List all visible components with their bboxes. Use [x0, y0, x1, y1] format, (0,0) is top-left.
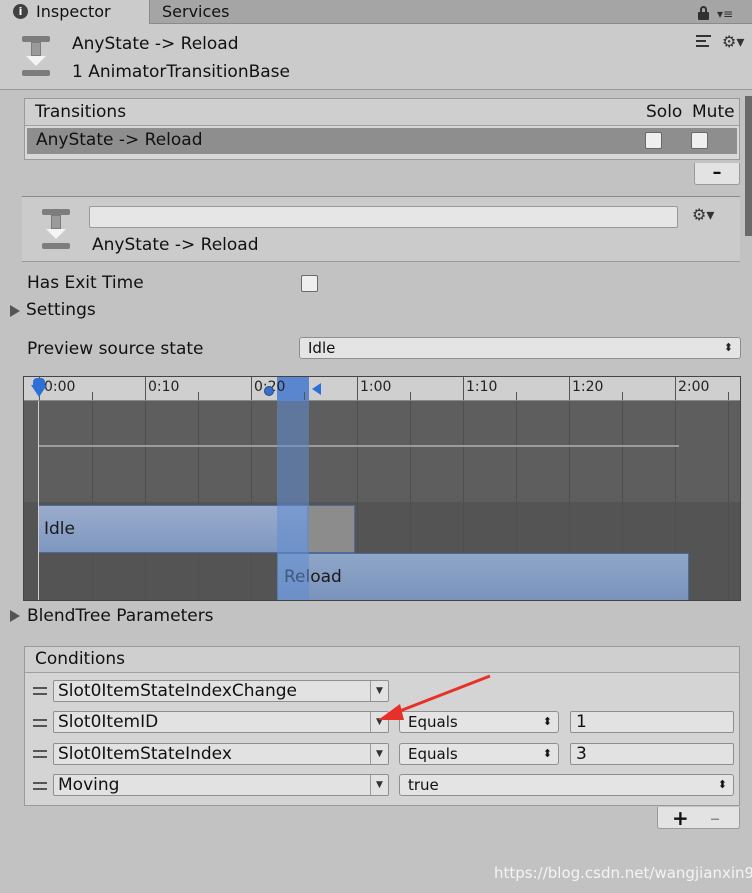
drag-handle-icon[interactable] — [33, 750, 47, 758]
conditions-header-label: Conditions — [35, 649, 125, 669]
transition-detail-icon — [42, 209, 70, 249]
transitions-list-header: Transitions Solo Mute — [25, 99, 739, 126]
dropdown-arrow-icon: ▼ — [370, 775, 388, 795]
timeline-ruler[interactable]: 0:00 0:10 0:20 1:00 1:10 1:20 2:00 — [24, 377, 740, 401]
condition-parameter-value: Slot0ItemStateIndex — [58, 744, 232, 764]
tick-label: 1:00 — [360, 379, 392, 395]
drag-handle-icon[interactable] — [33, 782, 47, 790]
preset-icon[interactable] — [696, 34, 711, 50]
add-condition-button[interactable]: + — [672, 806, 689, 830]
header-subtitle: 1 AnimatorTransitionBase — [72, 62, 290, 82]
transition-name-field[interactable] — [89, 206, 678, 228]
gear-icon[interactable]: ⚙▾ — [722, 34, 744, 50]
tab-bar: i Inspector Services ▾≡ — [0, 0, 752, 24]
transitions-header-label: Transitions — [35, 102, 127, 122]
conditions-add-remove: + – — [657, 806, 740, 830]
updown-arrow-icon: ⬍ — [542, 715, 552, 728]
annotation-arrow-icon — [378, 674, 491, 720]
transition-end-marker-icon[interactable] — [312, 383, 321, 395]
settings-foldout-label[interactable]: Settings — [26, 300, 96, 320]
inspector-header: AnyState -> Reload 1 AnimatorTransitionB… — [0, 24, 752, 90]
tab-inspector-label: Inspector — [36, 2, 111, 21]
transition-icon — [22, 36, 50, 76]
condition-mode-dropdown[interactable]: Equals ⬍ — [399, 743, 559, 765]
condition-parameter-value: Slot0ItemStateIndexChange — [58, 681, 297, 701]
remove-transition-button[interactable]: – — [694, 163, 740, 185]
blendtree-parameters-label[interactable]: BlendTree Parameters — [27, 606, 214, 626]
tab-services-label: Services — [162, 2, 230, 21]
tick-label: 0:10 — [148, 379, 180, 395]
timeline-weight-line — [38, 445, 679, 447]
condition-threshold-field[interactable]: 3 — [570, 743, 734, 765]
preview-source-state-dropdown[interactable]: Idle ⬍ — [299, 337, 741, 359]
updown-arrow-icon: ⬍ — [717, 778, 727, 791]
transition-row[interactable]: AnyState -> Reload — [27, 128, 737, 154]
tab-services[interactable]: Services — [162, 0, 229, 24]
has-exit-time-label: Has Exit Time — [27, 273, 144, 293]
remove-condition-button[interactable]: – — [710, 806, 720, 830]
transition-start-marker-icon[interactable] — [264, 386, 274, 396]
has-exit-time-checkbox[interactable] — [301, 275, 318, 292]
condition-parameter-value: Moving — [58, 775, 120, 795]
drag-handle-icon[interactable] — [33, 719, 47, 727]
transition-timeline[interactable]: Idle Reload 0:00 0:10 0:20 1:00 1:10 1:2… — [23, 376, 741, 601]
preview-source-state-label: Preview source state — [27, 339, 204, 359]
drag-handle-icon[interactable] — [33, 687, 47, 695]
watermark-text: https://blog.csdn.net/wangjianxin97 — [494, 864, 752, 882]
tab-inspector[interactable]: i Inspector — [0, 0, 150, 24]
condition-bool-value: true — [408, 776, 439, 794]
settings-foldout-icon[interactable] — [10, 305, 20, 317]
blendtree-foldout-icon[interactable] — [10, 610, 20, 622]
playhead-line — [38, 401, 39, 600]
info-icon: i — [13, 4, 28, 19]
detail-gear-icon[interactable]: ⚙▾ — [692, 207, 714, 223]
menu-icon[interactable]: ▾≡ — [717, 7, 733, 21]
dropdown-arrow-icon: ▼ — [370, 744, 388, 764]
transitions-list: Transitions Solo Mute AnyState -> Reload — [24, 98, 740, 160]
timeline-upper-track — [24, 401, 740, 502]
condition-parameter-dropdown[interactable]: Moving ▼ — [53, 774, 389, 796]
condition-bool-dropdown[interactable]: true ⬍ — [399, 774, 734, 796]
updown-arrow-icon: ⬍ — [542, 747, 552, 760]
solo-checkbox[interactable] — [645, 132, 662, 149]
condition-parameter-dropdown[interactable]: Slot0ItemStateIndex ▼ — [53, 743, 389, 765]
inspector-scrollbar[interactable] — [745, 96, 752, 236]
tick-label: 1:20 — [572, 379, 604, 395]
mute-header-label: Mute — [692, 102, 735, 122]
idle-clip-label: Idle — [44, 519, 75, 539]
condition-mode-value: Equals — [408, 745, 458, 763]
playhead-marker-icon[interactable] — [31, 378, 47, 397]
preview-source-state-value: Idle — [308, 339, 336, 357]
transition-overlap-region[interactable] — [277, 377, 309, 600]
condition-parameter-value: Slot0ItemID — [58, 712, 159, 732]
condition-threshold-field[interactable]: 1 — [570, 711, 734, 733]
updown-arrow-icon: ⬍ — [723, 341, 733, 354]
tick-label: 2:00 — [678, 379, 710, 395]
condition-parameter-dropdown[interactable]: Slot0ItemStateIndexChange ▼ — [53, 680, 389, 702]
tick-label: 1:10 — [466, 379, 498, 395]
transition-detail: AnyState -> Reload ⚙▾ — [22, 196, 740, 262]
tick-label: 0:00 — [44, 379, 76, 395]
lock-icon[interactable] — [698, 6, 709, 20]
transition-row-name: AnyState -> Reload — [36, 130, 203, 150]
transition-detail-title: AnyState -> Reload — [92, 235, 259, 255]
header-title: AnyState -> Reload — [72, 34, 239, 54]
solo-header-label: Solo — [646, 102, 683, 122]
mute-checkbox[interactable] — [691, 132, 708, 149]
reload-clip-bar[interactable]: Reload — [277, 553, 689, 600]
condition-parameter-dropdown[interactable]: Slot0ItemID ▼ — [53, 711, 389, 733]
